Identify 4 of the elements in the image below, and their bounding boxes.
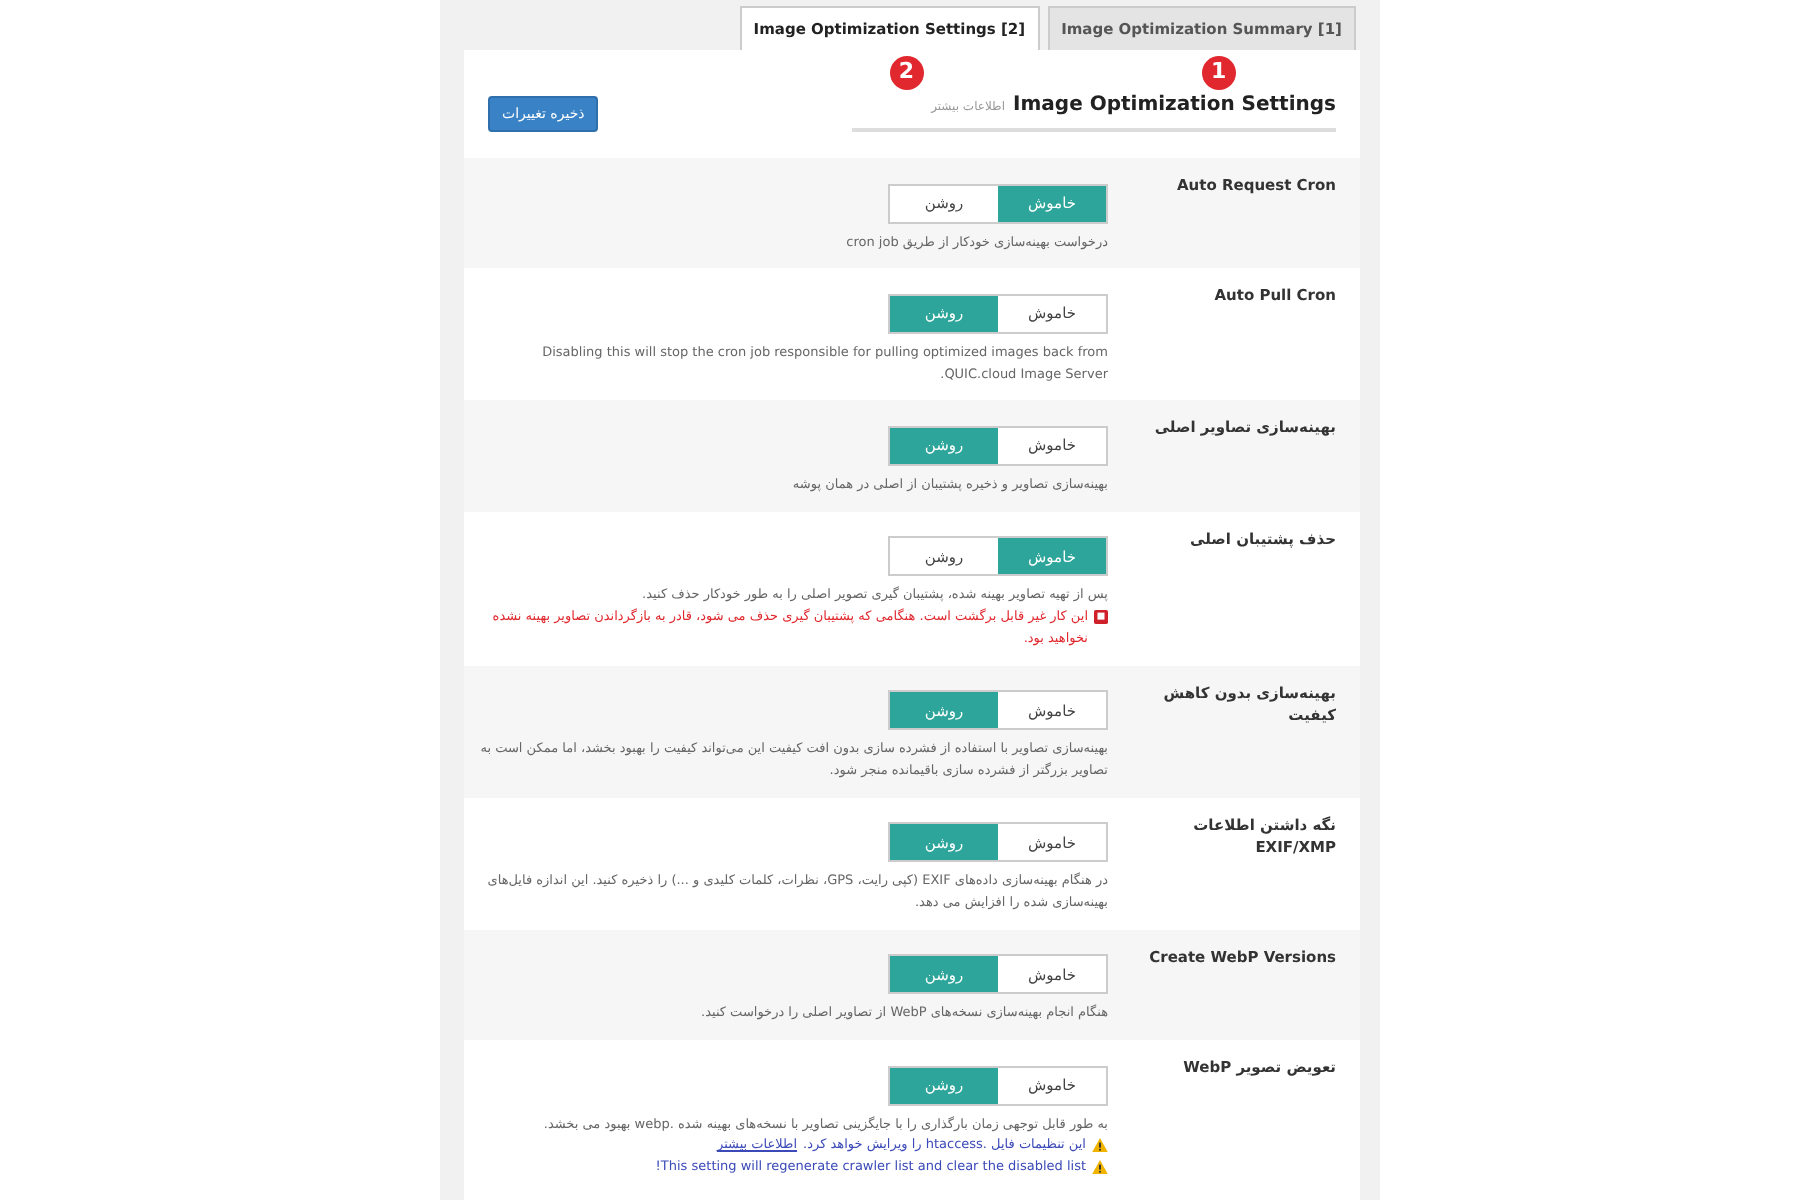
alert-icon (1094, 610, 1108, 625)
warning-icon (1092, 1138, 1108, 1153)
warning-icon (1092, 1160, 1108, 1175)
page-title: Image Optimization Settings (1013, 92, 1336, 120)
